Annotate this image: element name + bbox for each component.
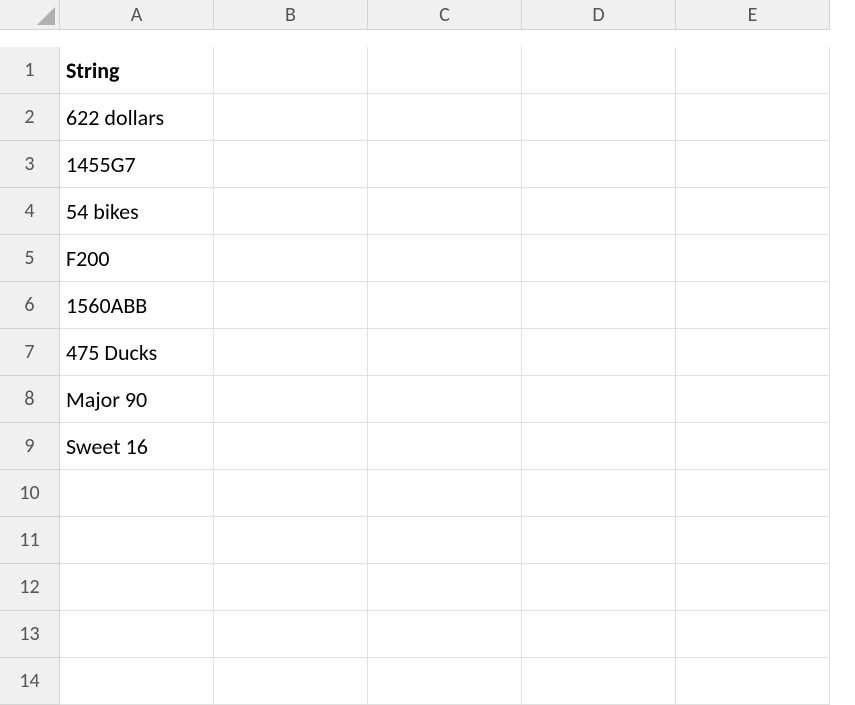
- cell-e2[interactable]: [676, 94, 830, 141]
- cell-a6[interactable]: 1560ABB: [60, 282, 214, 329]
- cell-e8[interactable]: [676, 376, 830, 423]
- cell-e10[interactable]: [676, 470, 830, 517]
- cell-b6[interactable]: [214, 282, 368, 329]
- cell-c10[interactable]: [368, 470, 522, 517]
- cell-a3[interactable]: 1455G7: [60, 141, 214, 188]
- cell-d10[interactable]: [522, 470, 676, 517]
- cell-d11[interactable]: [522, 517, 676, 564]
- column-header-e[interactable]: E: [676, 0, 830, 30]
- cell-c9[interactable]: [368, 423, 522, 470]
- row-header-12[interactable]: 12: [0, 564, 60, 611]
- cell-b1[interactable]: [214, 47, 368, 94]
- cell-d6[interactable]: [522, 282, 676, 329]
- row-header-11[interactable]: 11: [0, 517, 60, 564]
- column-header-a[interactable]: A: [60, 0, 214, 30]
- cell-a7[interactable]: 475 Ducks: [60, 329, 214, 376]
- cell-d5[interactable]: [522, 235, 676, 282]
- cell-a13[interactable]: [60, 611, 214, 658]
- row-header-4[interactable]: 4: [0, 188, 60, 235]
- row-header-5[interactable]: 5: [0, 235, 60, 282]
- cell-e6[interactable]: [676, 282, 830, 329]
- cell-a12[interactable]: [60, 564, 214, 611]
- cell-d3[interactable]: [522, 141, 676, 188]
- cell-d7[interactable]: [522, 329, 676, 376]
- cell-a9[interactable]: Sweet 16: [60, 423, 214, 470]
- cell-b11[interactable]: [214, 517, 368, 564]
- cell-b3[interactable]: [214, 141, 368, 188]
- cell-c3[interactable]: [368, 141, 522, 188]
- cell-b7[interactable]: [214, 329, 368, 376]
- cell-d1[interactable]: [522, 47, 676, 94]
- cell-e13[interactable]: [676, 611, 830, 658]
- cell-a2[interactable]: 622 dollars: [60, 94, 214, 141]
- cell-c4[interactable]: [368, 188, 522, 235]
- cell-c6[interactable]: [368, 282, 522, 329]
- cell-a1[interactable]: String: [60, 47, 214, 94]
- cell-d12[interactable]: [522, 564, 676, 611]
- cell-c7[interactable]: [368, 329, 522, 376]
- cell-a8[interactable]: Major 90: [60, 376, 214, 423]
- cell-c12[interactable]: [368, 564, 522, 611]
- cell-d14[interactable]: [522, 658, 676, 705]
- cell-c13[interactable]: [368, 611, 522, 658]
- cell-c2[interactable]: [368, 94, 522, 141]
- cell-a11[interactable]: [60, 517, 214, 564]
- cell-b9[interactable]: [214, 423, 368, 470]
- cell-b2[interactable]: [214, 94, 368, 141]
- cell-e1[interactable]: [676, 47, 830, 94]
- row-header-2[interactable]: 2: [0, 94, 60, 141]
- column-header-d[interactable]: D: [522, 0, 676, 30]
- cell-a4[interactable]: 54 bikes: [60, 188, 214, 235]
- cell-c1[interactable]: [368, 47, 522, 94]
- row-header-1[interactable]: 1: [0, 47, 60, 94]
- cell-e11[interactable]: [676, 517, 830, 564]
- row-header-7[interactable]: 7: [0, 329, 60, 376]
- cell-d8[interactable]: [522, 376, 676, 423]
- cell-e4[interactable]: [676, 188, 830, 235]
- select-all-corner[interactable]: [0, 0, 60, 30]
- row-header-6[interactable]: 6: [0, 282, 60, 329]
- cell-c14[interactable]: [368, 658, 522, 705]
- cell-b14[interactable]: [214, 658, 368, 705]
- cell-a5[interactable]: F200: [60, 235, 214, 282]
- cell-e14[interactable]: [676, 658, 830, 705]
- cell-c5[interactable]: [368, 235, 522, 282]
- cell-d2[interactable]: [522, 94, 676, 141]
- cell-e3[interactable]: [676, 141, 830, 188]
- cell-a10[interactable]: [60, 470, 214, 517]
- cell-a14[interactable]: [60, 658, 214, 705]
- cell-d13[interactable]: [522, 611, 676, 658]
- spreadsheet-grid: ABCDE 1String2622 dollars31455G7454 bikes…: [0, 0, 855, 705]
- row-header-14[interactable]: 14: [0, 658, 60, 705]
- cell-b12[interactable]: [214, 564, 368, 611]
- cell-b8[interactable]: [214, 376, 368, 423]
- row-header-13[interactable]: 13: [0, 611, 60, 658]
- row-header-3[interactable]: 3: [0, 141, 60, 188]
- cell-d9[interactable]: [522, 423, 676, 470]
- cell-e7[interactable]: [676, 329, 830, 376]
- cell-e12[interactable]: [676, 564, 830, 611]
- column-header-b[interactable]: B: [214, 0, 368, 30]
- row-header-10[interactable]: 10: [0, 470, 60, 517]
- cell-e5[interactable]: [676, 235, 830, 282]
- column-header-c[interactable]: C: [368, 0, 522, 30]
- cell-b5[interactable]: [214, 235, 368, 282]
- cell-b10[interactable]: [214, 470, 368, 517]
- cell-b13[interactable]: [214, 611, 368, 658]
- cell-c11[interactable]: [368, 517, 522, 564]
- cell-c8[interactable]: [368, 376, 522, 423]
- row-header-8[interactable]: 8: [0, 376, 60, 423]
- cell-b4[interactable]: [214, 188, 368, 235]
- cell-e9[interactable]: [676, 423, 830, 470]
- cell-d4[interactable]: [522, 188, 676, 235]
- row-header-9[interactable]: 9: [0, 423, 60, 470]
